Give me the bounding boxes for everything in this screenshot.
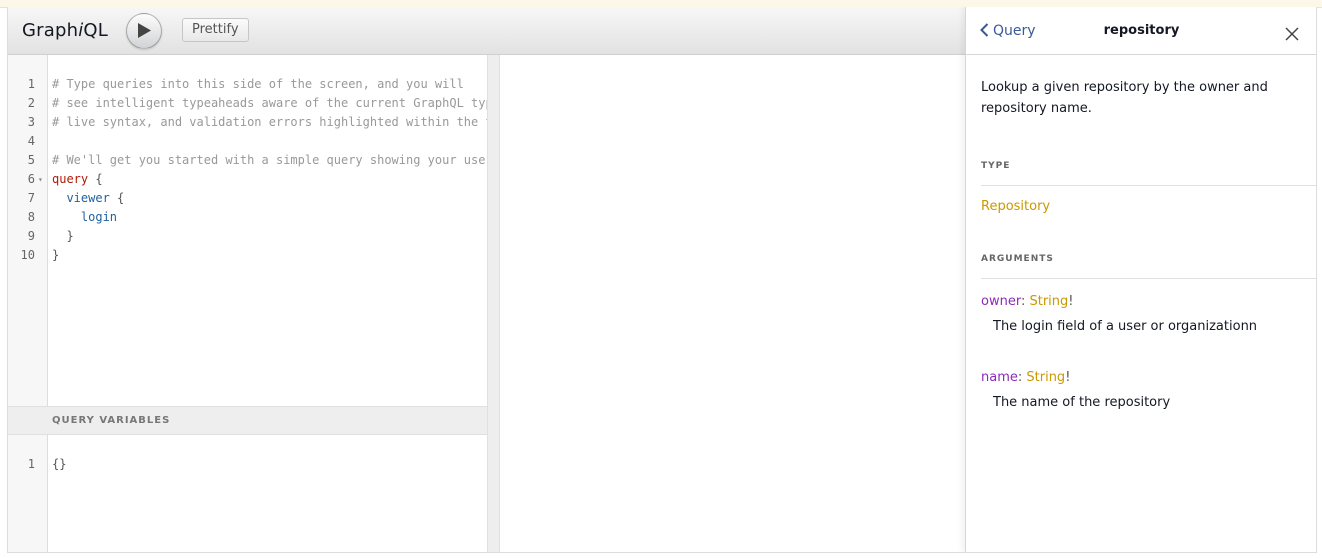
argument-name: owner (981, 294, 1021, 309)
close-icon (1285, 27, 1299, 41)
argument-name-field: name: String! The name of the repository (981, 370, 1171, 410)
editor-column: GraphiQL Prettify 1 # Type queries into t… (8, 7, 965, 552)
line-number: 3 (27, 115, 35, 129)
code-text: # We'll get you started with a simple qu… (52, 153, 487, 167)
argument-description: The name of the repository (993, 395, 1171, 410)
code-line[interactable]: 10} (8, 246, 487, 265)
line-number: 1 (27, 77, 35, 91)
code-line[interactable]: 8 login (8, 208, 487, 227)
code-text: # live syntax, and validation errors hig… (52, 115, 487, 129)
variables-code[interactable]: 1 {} (8, 455, 487, 474)
query-variables-title: QUERY VARIABLES (52, 415, 171, 426)
result-pane (500, 55, 965, 552)
variables-editor[interactable]: 1 {} (8, 435, 487, 552)
code-line[interactable]: 6 ▾ query { (8, 170, 487, 189)
docs-title: repository (1103, 23, 1180, 38)
line-number: 1 (27, 457, 35, 471)
code-text: viewer { (52, 191, 125, 205)
play-icon (138, 23, 151, 38)
prettify-button[interactable]: Prettify (182, 18, 249, 42)
line-number: 8 (27, 210, 35, 224)
code-text: query { (52, 172, 103, 186)
type-section-title: TYPE (981, 161, 1316, 186)
close-docs-button[interactable] (1285, 26, 1299, 41)
docs-explorer: Query repository Lookup a given reposito… (965, 7, 1316, 552)
top-bar: GraphiQL Prettify (8, 7, 965, 55)
docs-header: Query repository (966, 7, 1316, 55)
query-editor[interactable]: 1 # Type queries into this side of the sc… (8, 55, 487, 406)
line-number: 5 (27, 153, 35, 167)
argument-description: The login field of a user or organizatio… (993, 319, 1258, 334)
argument-owner: owner: String! The login field of a user… (981, 294, 1258, 334)
line-number: 2 (27, 96, 35, 110)
app-title: GraphiQL (22, 20, 109, 41)
code-line[interactable]: 9 } (8, 227, 487, 246)
line-number: 7 (27, 191, 35, 205)
code-text: {} (52, 457, 67, 471)
code-line[interactable]: 4 (8, 132, 487, 151)
code-text: # Type queries into this side of the scr… (52, 77, 464, 91)
variables-gutter (8, 435, 48, 552)
code-line[interactable]: 1 {} (8, 455, 487, 474)
arguments-section-title: ARGUMENTS (981, 254, 1316, 279)
code-text: # see intelligent typeaheads aware of th… (52, 96, 487, 110)
line-number: 6 (27, 172, 35, 186)
graphiql-app: GraphiQL Prettify 1 # Type queries into t… (7, 7, 1317, 553)
code-text: } (52, 229, 74, 243)
line-number: 10 (20, 248, 35, 262)
code-line[interactable]: 3 # live syntax, and validation errors hi… (8, 113, 487, 132)
code-line[interactable]: 1 # Type queries into this side of the sc… (8, 75, 487, 94)
editor-resize-handle[interactable] (487, 55, 500, 552)
fold-arrow-icon[interactable]: ▾ (38, 170, 43, 189)
code-line[interactable]: 5 # We'll get you started with a simple q… (8, 151, 487, 170)
code-text: login (52, 210, 118, 224)
argument-name: name (981, 370, 1018, 385)
line-number: 4 (27, 134, 35, 148)
argument-type-link[interactable]: String (1026, 370, 1065, 385)
execute-button[interactable] (126, 13, 162, 49)
code-text: } (52, 248, 60, 262)
query-variables-header[interactable]: QUERY VARIABLES (8, 406, 487, 435)
field-description: Lookup a given repository by the owner a… (981, 80, 1268, 116)
query-code[interactable]: 1 # Type queries into this side of the sc… (8, 75, 487, 265)
code-line[interactable]: 7 viewer { (8, 189, 487, 208)
line-number: 9 (27, 229, 35, 243)
code-line[interactable]: 2 # see intelligent typeaheads aware of t… (8, 94, 487, 113)
argument-type-link[interactable]: String (1029, 294, 1068, 309)
type-link[interactable]: Repository (981, 199, 1050, 214)
